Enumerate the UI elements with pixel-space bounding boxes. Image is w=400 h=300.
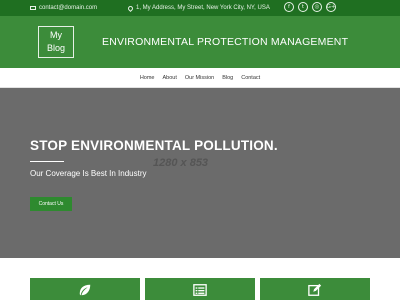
contact-us-button[interactable]: Contact Us (30, 197, 72, 211)
contact-address-text: 1, My Address, My Street, New York City,… (136, 5, 270, 11)
main-nav: Home About Our Mission Blog Contact (0, 68, 400, 88)
contact-email-text: contact@domain.com (39, 5, 98, 11)
google-plus-icon[interactable]: G+ (326, 2, 336, 12)
feature-card-2[interactable] (145, 278, 255, 300)
nav-item-contact[interactable]: Contact (241, 75, 260, 81)
facebook-icon[interactable]: f (284, 2, 294, 12)
feature-cards (0, 258, 400, 300)
nav-item-home[interactable]: Home (140, 75, 155, 81)
leaf-icon (79, 284, 91, 296)
nav-item-blog[interactable]: Blog (222, 75, 233, 81)
brand-header: My Blog ENVIRONMENTAL PROTECTION MANAGEM… (0, 16, 400, 68)
nav-item-about[interactable]: About (162, 75, 176, 81)
logo-line-1: My (50, 30, 62, 40)
site-title: ENVIRONMENTAL PROTECTION MANAGEMENT (102, 36, 349, 48)
image-placeholder-label: 1280 x 853 (153, 157, 209, 169)
hero-title: STOP ENVIRONMENTAL POLLUTION. (30, 138, 278, 153)
mail-icon (30, 6, 36, 10)
site-logo[interactable]: My Blog (38, 26, 74, 58)
contact-email[interactable]: contact@domain.com (30, 3, 97, 13)
feature-card-1[interactable] (30, 278, 140, 300)
nav-item-our-mission[interactable]: Our Mission (185, 75, 214, 81)
contact-address: 1, My Address, My Street, New York City,… (126, 3, 270, 13)
logo-line-2: Blog (46, 43, 65, 53)
top-bar: contact@domain.com 1, My Address, My Str… (0, 0, 400, 16)
hero-subtitle: Our Coverage Is Best In Industry (30, 169, 147, 178)
hero-divider (30, 161, 64, 162)
edit-icon (308, 283, 322, 296)
location-pin-icon (126, 4, 135, 12)
social-links: f t ◎ G+ (284, 2, 336, 12)
list-icon (193, 284, 207, 296)
hero-banner: 1280 x 853 STOP ENVIRONMENTAL POLLUTION.… (0, 88, 400, 258)
feature-card-3[interactable] (260, 278, 370, 300)
twitter-icon[interactable]: t (298, 2, 308, 12)
instagram-icon[interactable]: ◎ (312, 2, 322, 12)
